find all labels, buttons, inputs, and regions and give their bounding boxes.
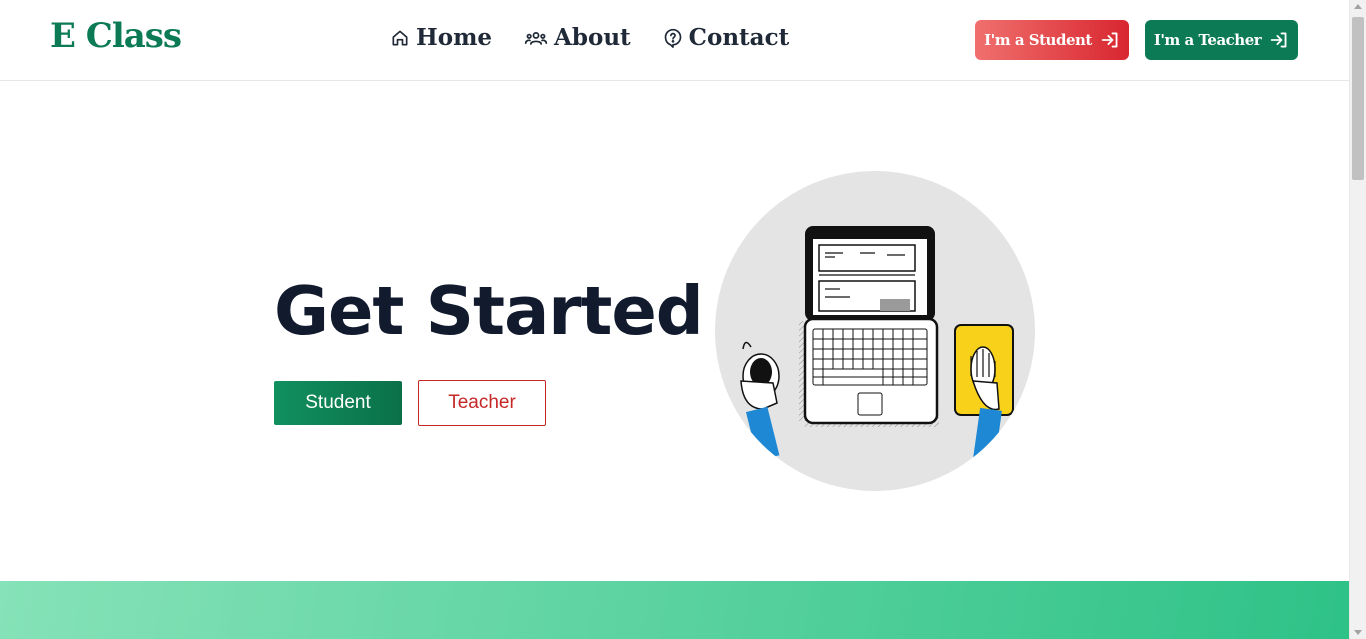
users-icon	[524, 31, 548, 45]
nav-home[interactable]: Home	[390, 24, 492, 51]
logo[interactable]: E Class	[50, 16, 182, 56]
help-circle-icon	[664, 28, 682, 48]
home-icon	[392, 30, 408, 46]
im-a-student-label: I'm a Student	[984, 31, 1092, 49]
sign-in-icon	[1101, 32, 1118, 48]
hero-title: Get Started	[274, 272, 704, 350]
scroll-down-arrow-icon[interactable]	[1354, 630, 1362, 635]
nav-about-label: About	[554, 24, 631, 51]
nav-contact-label: Contact	[688, 24, 790, 51]
scroll-thumb[interactable]	[1352, 17, 1364, 180]
vertical-scrollbar[interactable]	[1349, 0, 1366, 639]
nav-contact[interactable]: Contact	[663, 24, 790, 51]
im-a-teacher-button[interactable]: I'm a Teacher	[1145, 20, 1298, 60]
teacher-button[interactable]: Teacher	[418, 380, 546, 426]
bottom-band	[0, 581, 1349, 639]
laptop-illustration	[715, 171, 1035, 491]
page: E Class Home About Contact I'm a Student…	[0, 0, 1349, 639]
im-a-teacher-label: I'm a Teacher	[1153, 31, 1262, 49]
main-nav: Home About Contact	[390, 24, 789, 51]
im-a-student-button[interactable]: I'm a Student	[975, 20, 1129, 60]
sign-in-icon	[1270, 32, 1287, 48]
nav-about[interactable]: About	[524, 24, 631, 51]
site-header: E Class Home About Contact I'm a Student…	[0, 0, 1349, 81]
student-button[interactable]: Student	[274, 381, 402, 425]
scroll-up-arrow-icon[interactable]	[1354, 4, 1362, 9]
nav-home-label: Home	[416, 24, 493, 51]
